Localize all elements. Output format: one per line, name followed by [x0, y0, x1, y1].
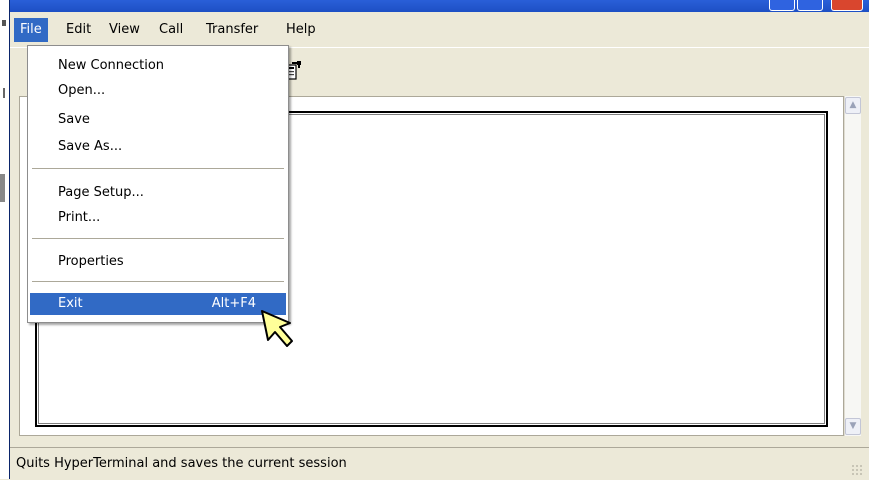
background-mark	[3, 88, 5, 98]
background-mark	[0, 174, 5, 202]
menu-separator	[32, 281, 284, 282]
menu-help[interactable]: Help	[280, 18, 322, 42]
menu-item-exit-label: Exit	[58, 296, 83, 311]
menu-item-new-connection[interactable]: New Connection	[30, 55, 286, 77]
menu-item-properties[interactable]: Properties	[30, 251, 286, 273]
background-window-edge	[0, 0, 9, 479]
menu-item-open[interactable]: Open...	[30, 80, 286, 102]
status-bar: Quits HyperTerminal and saves the curren…	[10, 447, 869, 480]
title-bar[interactable]	[10, 0, 869, 12]
close-button[interactable]	[831, 0, 863, 11]
status-text: Quits HyperTerminal and saves the curren…	[16, 456, 347, 471]
mouse-pointer-icon	[258, 303, 298, 349]
hyperterminal-window: File Edit View Call Transfer Help ▲ ▼ Qu…	[9, 0, 869, 480]
minimize-button[interactable]	[769, 0, 795, 11]
file-menu-dropdown: New Connection Open... Save Save As... P…	[27, 45, 289, 323]
menu-view[interactable]: View	[103, 18, 146, 42]
menu-transfer[interactable]: Transfer	[200, 18, 264, 42]
menu-separator	[32, 238, 284, 239]
menu-item-save[interactable]: Save	[30, 109, 286, 131]
maximize-button[interactable]	[797, 0, 823, 11]
menu-edit[interactable]: Edit	[60, 18, 97, 42]
menu-item-page-setup[interactable]: Page Setup...	[30, 182, 286, 204]
menu-bar: File Edit View Call Transfer Help	[10, 12, 869, 45]
menu-item-exit-shortcut: Alt+F4	[211, 296, 256, 311]
menu-file[interactable]: File	[14, 18, 48, 42]
background-mark	[2, 20, 6, 26]
menu-separator	[32, 168, 284, 169]
vertical-scrollbar[interactable]: ▲ ▼	[844, 96, 861, 436]
menu-item-save-as[interactable]: Save As...	[30, 136, 286, 158]
menu-call[interactable]: Call	[153, 18, 189, 42]
scroll-down-button[interactable]: ▼	[845, 418, 861, 435]
resize-grip-icon[interactable]	[851, 464, 863, 476]
menu-item-print[interactable]: Print...	[30, 207, 286, 229]
menu-item-exit[interactable]: Exit Alt+F4	[30, 293, 286, 315]
scroll-up-button[interactable]: ▲	[845, 97, 861, 114]
